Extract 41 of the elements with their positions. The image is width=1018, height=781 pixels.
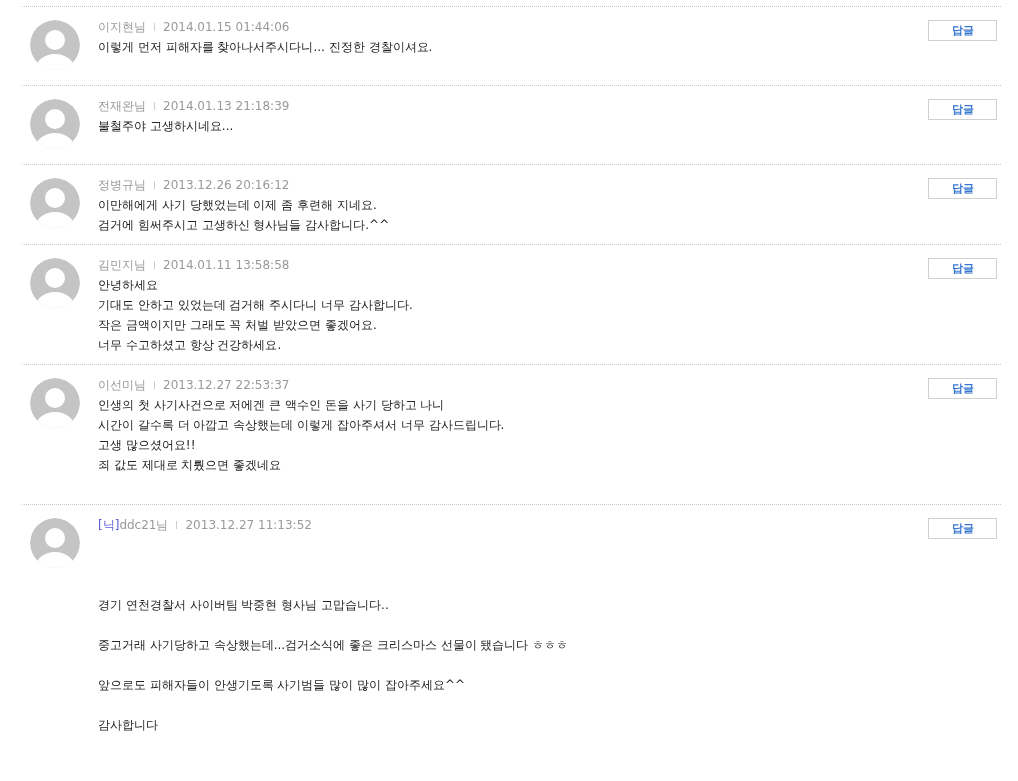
nickname-tag: [닉] [98,515,120,535]
comment-text: 검거에 힘써주시고 고생하신 형사님들 감사합니다.^^ [98,217,391,234]
reply-button[interactable]: 답글 [928,20,997,41]
comment-date: 2013.12.27 11:13:52 [185,517,312,534]
comment-text: 경기 연천경찰서 사이버팀 박중현 형사님 고맙습니다.. [98,597,390,614]
comment-text: 인생의 첫 사기사건으로 저에겐 큰 액수인 돈을 사기 당하고 나니 [98,397,446,414]
avatar-icon [30,378,80,428]
avatar-icon [30,518,80,568]
avatar-icon [30,178,80,228]
comment-text: 불철주야 고생하시네요... [98,118,235,135]
reply-button[interactable]: 답글 [928,99,997,120]
comment-date: 2013.12.26 20:16:12 [163,177,290,194]
author-name: 전재완님 [98,98,146,115]
comment-text: 너무 수고하셨고 항상 건강하세요. [98,337,283,354]
avatar-icon [30,258,80,308]
comment-text: 기대도 안하고 있었는데 검거해 주시다니 너무 감사합니다. [98,297,414,314]
avatar-icon [30,20,80,70]
author-name: 이지현님 [98,19,146,36]
comment-text: 앞으로도 피해자들이 안생기도록 사기범들 많이 많이 잡아주세요^^ [98,677,466,694]
comment-text: 시간이 갈수록 더 아깝고 속상했는데 이렇게 잡아주셔서 너무 감사드립니다. [98,417,506,434]
comment-text: 안녕하세요 [98,277,159,294]
reply-button[interactable]: 답글 [928,378,997,399]
comment-text: 중고거래 사기당하고 속상했는데...검거소식에 좋은 크리스마스 선물이 됐습니다 ㅎㅎㅎ [98,637,570,654]
avatar-icon [30,99,80,149]
reply-button[interactable]: 답글 [928,258,997,279]
comment-date: 2014.01.15 01:44:06 [163,19,290,36]
comment-text: 고생 많으셨어요!! [98,437,197,454]
author-name: 정병규님 [98,177,146,194]
author-name: 김민지님 [98,257,146,274]
comment-date: 2014.01.13 21:18:39 [163,98,290,115]
comment-text: 죄 값도 제대로 치뤘으면 좋겠네요 [98,457,283,474]
author-name: 이선미님 [98,377,146,394]
reply-button[interactable]: 답글 [928,518,997,539]
reply-button[interactable]: 답글 [928,178,997,199]
comment-date: 2014.01.11 13:58:58 [163,257,290,274]
comment-date: 2013.12.27 22:53:37 [163,377,290,394]
comment-text: 감사합니다 [98,717,159,734]
comment-text: 이렇게 먼저 피해자를 찾아나서주시다니... 진정한 경찰이셔요. [98,39,434,56]
author-name: ddc21님 [119,517,169,534]
comment-text: 작은 금액이지만 그래도 꼭 처벌 받았으면 좋겠어요. [98,317,378,334]
comment-text: 이만해에게 사기 당했었는데 이제 좀 후련해 지네요. [98,197,378,214]
